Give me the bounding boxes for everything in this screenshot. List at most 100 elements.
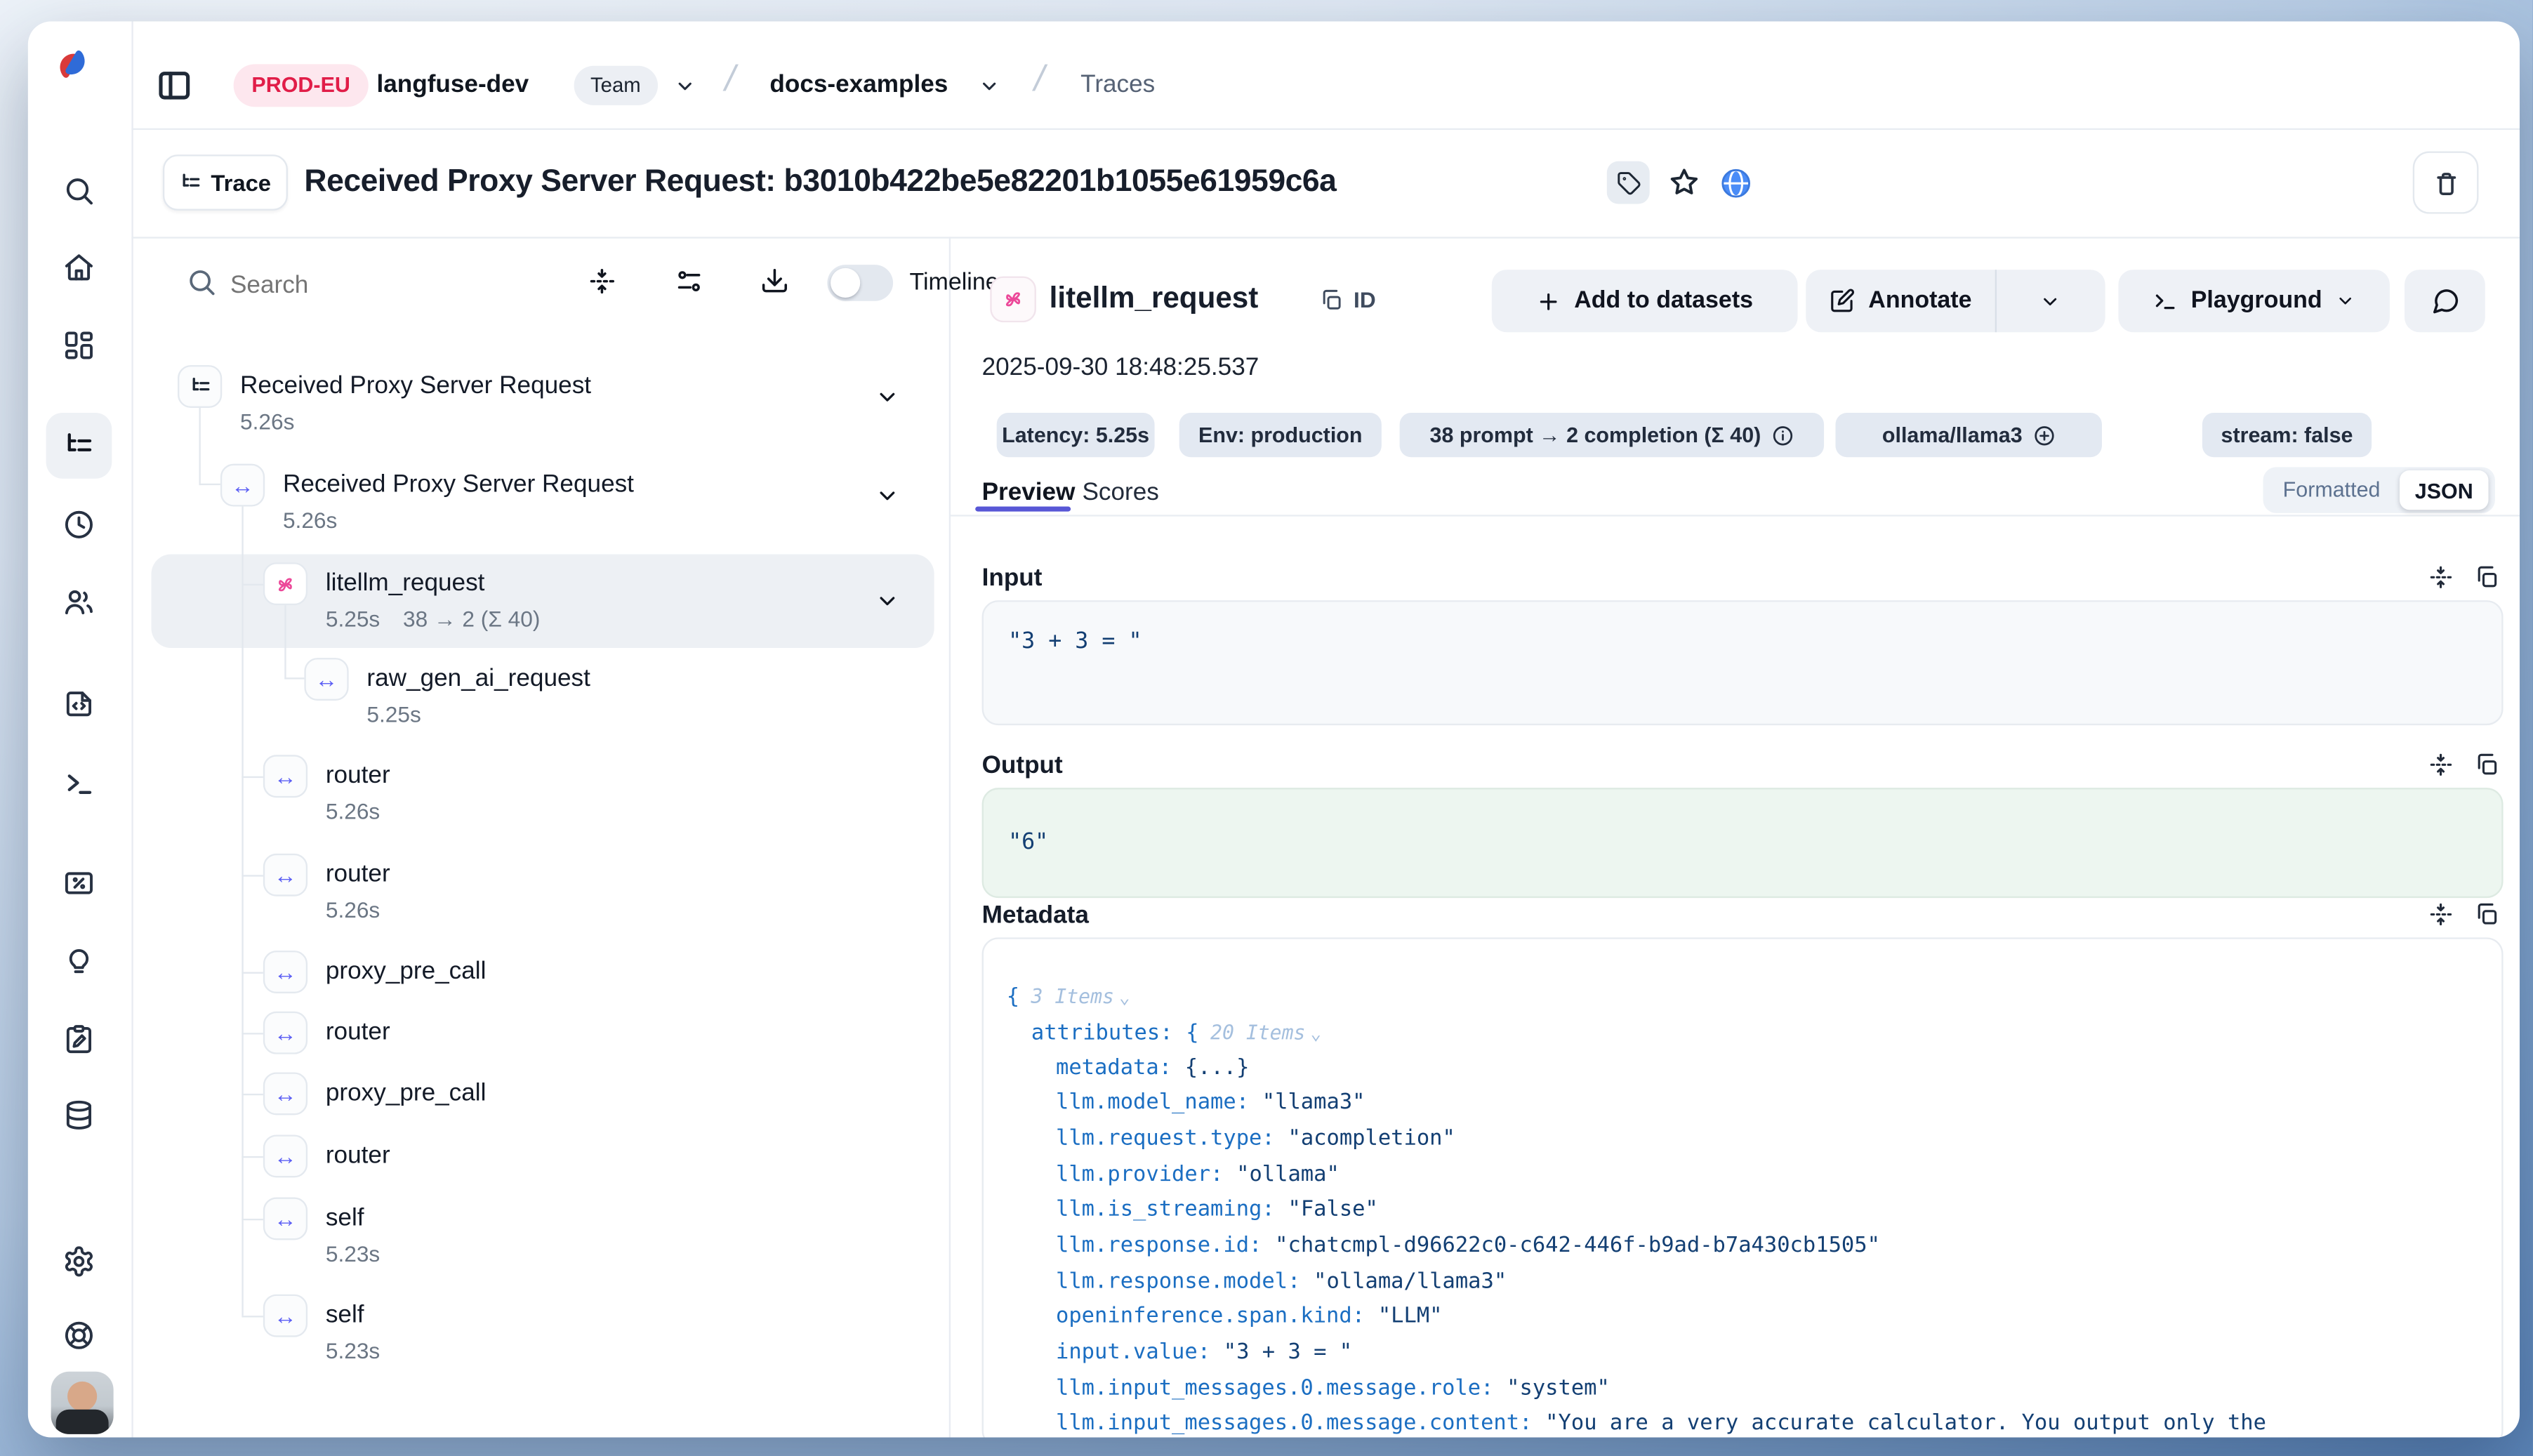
- trace-title: Received Proxy Server Request: b3010b422…: [304, 164, 1336, 201]
- json-line: llm.input_messages.0.message.role:"syste…: [1056, 1373, 1610, 1406]
- format-switch-json-active[interactable]: JSON: [2400, 470, 2489, 510]
- tree-connector: [242, 1033, 263, 1034]
- model-label: ollama/llama3: [1882, 423, 2023, 447]
- span-node-icon: ↔: [263, 755, 307, 798]
- info-icon: [1771, 423, 1794, 446]
- environment-badge: PROD-EU: [234, 64, 369, 107]
- tab-preview[interactable]: Preview: [982, 479, 1076, 507]
- output-section-title: Output: [982, 752, 1063, 781]
- node-label: self: [326, 1301, 364, 1330]
- token-usage-label: 38 prompt → 2 completion (Σ 40): [1430, 423, 1761, 447]
- node-label: router: [326, 762, 390, 791]
- json-line: llm.model_name:"llama3": [1056, 1087, 1365, 1120]
- node-duration: 5.26s: [283, 508, 337, 534]
- annotate-dropdown-button[interactable]: [1997, 290, 2105, 311]
- org-name[interactable]: langfuse-dev: [376, 71, 529, 99]
- tree-connector: [199, 408, 200, 485]
- rail-settings-gear-icon[interactable]: [62, 1245, 95, 1278]
- input-section-title: Input: [982, 564, 1043, 594]
- copy-id-label[interactable]: ID: [1354, 288, 1376, 312]
- playground-button[interactable]: Playground: [2118, 270, 2390, 332]
- copy-icon[interactable]: [2473, 752, 2499, 778]
- node-label: Received Proxy Server Request: [240, 371, 591, 401]
- delete-trace-button[interactable]: [2413, 152, 2479, 214]
- timeline-toggle[interactable]: [827, 265, 893, 301]
- sidebar-toggle-icon[interactable]: [157, 67, 193, 104]
- search-input[interactable]: [227, 261, 480, 307]
- observation-timestamp: 2025-09-30 18:48:25.537: [982, 354, 1259, 382]
- annotate-split-button[interactable]: Annotate: [1806, 270, 2105, 332]
- format-switch-formatted[interactable]: Formatted: [2283, 477, 2381, 501]
- json-line[interactable]: {3 Items⌄: [1007, 980, 1130, 1013]
- node-label: router: [326, 860, 390, 889]
- org-type-badge: Team: [574, 66, 657, 105]
- tree-connector: [199, 484, 220, 485]
- rail-scores-icon[interactable]: [62, 867, 95, 900]
- node-duration: 5.26s: [326, 898, 380, 924]
- org-chevron-down-icon[interactable]: [675, 76, 696, 97]
- collapse-all-icon[interactable]: [587, 267, 616, 296]
- langfuse-logo-icon[interactable]: [51, 43, 94, 86]
- rail-users-icon[interactable]: [62, 585, 95, 618]
- bookmark-star-icon[interactable]: [1667, 166, 1700, 199]
- breadcrumb-slash: /: [721, 58, 740, 100]
- tab-scores[interactable]: Scores: [1082, 479, 1158, 507]
- span-node-icon: ↔: [220, 464, 265, 507]
- rail-search-icon[interactable]: [62, 174, 95, 207]
- copy-icon[interactable]: [2473, 901, 2499, 927]
- rail-annotation-clipboard-icon[interactable]: [62, 1023, 95, 1056]
- tags-button[interactable]: [1607, 161, 1650, 204]
- json-line[interactable]: metadata:{...}: [1056, 1052, 1249, 1085]
- rail-playground-terminal-icon[interactable]: [62, 767, 95, 800]
- model-badge[interactable]: ollama/llama3: [1835, 413, 2102, 457]
- tree-connector: [242, 1219, 263, 1220]
- project-name[interactable]: docs-examples: [769, 71, 948, 99]
- trace-type-chip[interactable]: Trace: [163, 154, 288, 211]
- node-duration: 5.25s: [366, 702, 421, 728]
- rail-traces-icon[interactable]: [62, 429, 95, 462]
- public-globe-icon[interactable]: [1719, 166, 1753, 201]
- tag-icon: [1616, 170, 1641, 194]
- span-node-icon: ↔: [263, 854, 307, 896]
- avatar-face: [67, 1382, 97, 1411]
- rail-dashboards-icon[interactable]: [62, 329, 95, 362]
- copy-icon[interactable]: [2473, 564, 2499, 590]
- rail-home-icon[interactable]: [62, 251, 95, 284]
- breadcrumb-section[interactable]: Traces: [1080, 71, 1155, 99]
- node-duration: 5.23s: [326, 1242, 380, 1268]
- chevron-down-icon: [2335, 291, 2355, 311]
- json-line: llm.response.model:"ollama/llama3": [1056, 1266, 1507, 1299]
- node-duration: 5.26s: [240, 409, 294, 435]
- rail-prompts-icon[interactable]: [62, 687, 95, 720]
- comments-button[interactable]: [2405, 270, 2485, 332]
- view-settings-sliders-icon[interactable]: [675, 267, 704, 296]
- node-label: litellm_request: [326, 569, 485, 599]
- input-code: "3 + 3 = ": [1008, 628, 1142, 654]
- format-switch[interactable]: Formatted JSON: [2263, 467, 2495, 513]
- chevron-down-icon[interactable]: [875, 484, 899, 508]
- expand-collapse-icon[interactable]: [2428, 752, 2454, 778]
- node-duration: 5.25s38 → 2 (Σ 40): [326, 607, 541, 633]
- rail-support-lifebuoy-icon[interactable]: [62, 1319, 95, 1352]
- chevron-down-icon[interactable]: [875, 589, 899, 614]
- user-avatar[interactable]: [51, 1372, 114, 1434]
- tree-connector: [242, 1156, 263, 1158]
- annotate-main-button[interactable]: Annotate: [1806, 288, 1995, 314]
- app-window: PROD-EU langfuse-dev Team / docs-example…: [28, 21, 2520, 1437]
- expand-collapse-icon[interactable]: [2428, 901, 2454, 927]
- add-to-datasets-button[interactable]: Add to datasets: [1492, 270, 1798, 332]
- tree-connector: [242, 776, 263, 778]
- chevron-down-icon[interactable]: [875, 385, 899, 409]
- rail-datasets-database-icon[interactable]: [62, 1099, 95, 1132]
- download-icon[interactable]: [760, 267, 789, 296]
- rail-sessions-clock-icon[interactable]: [62, 508, 95, 541]
- project-chevron-down-icon[interactable]: [979, 76, 1000, 97]
- expand-collapse-icon[interactable]: [2428, 564, 2454, 590]
- node-label: router: [326, 1018, 390, 1047]
- observation-name: litellm_request: [1050, 282, 1259, 316]
- token-usage-badge[interactable]: 38 prompt → 2 completion (Σ 40): [1400, 413, 1824, 457]
- copy-id-icon[interactable]: [1319, 288, 1344, 312]
- json-line[interactable]: attributes:{20 Items⌄: [1031, 1017, 1321, 1050]
- rail-evals-lightbulb-icon[interactable]: [62, 946, 95, 979]
- active-tab-underline: [975, 507, 1071, 512]
